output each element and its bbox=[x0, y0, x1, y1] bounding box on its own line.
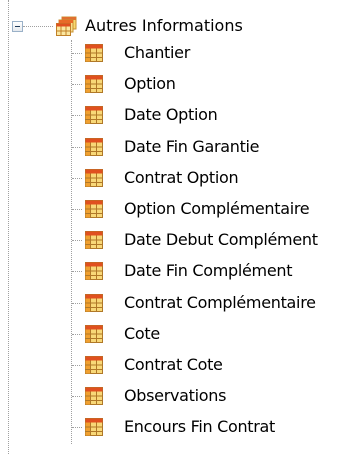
tree-node-item[interactable]: Date Fin Garantie bbox=[0, 135, 364, 159]
table-icon bbox=[85, 106, 103, 125]
tree-node-root[interactable]: Autres Informations bbox=[0, 13, 364, 39]
tree-node-label: Contrat Cote bbox=[124, 355, 223, 374]
tree-node-item[interactable]: Cote bbox=[0, 322, 364, 346]
table-icon bbox=[85, 387, 103, 406]
tree-connector bbox=[72, 396, 82, 398]
table-icon bbox=[85, 231, 103, 250]
table-icon bbox=[85, 324, 103, 343]
table-icon bbox=[85, 293, 103, 312]
tree-connector bbox=[72, 53, 82, 54]
table-icon bbox=[85, 75, 103, 94]
tree-connector bbox=[72, 209, 82, 210]
table-icon bbox=[85, 137, 103, 156]
tree-node-label: Observations bbox=[124, 386, 227, 406]
tree-node-label: Encours Fin Contrat bbox=[124, 417, 276, 437]
tree-node-label: Date Option bbox=[124, 105, 218, 125]
tree-node-label: Chantier bbox=[124, 43, 190, 62]
tree-node-item[interactable]: Option Complémentaire bbox=[0, 197, 364, 221]
tree-node-item[interactable]: Encours Fin Contrat bbox=[0, 415, 364, 439]
tree-node-item[interactable]: Contrat Cote bbox=[0, 353, 364, 377]
tree-node-label: Date Fin Complément bbox=[124, 261, 293, 281]
tree-node-item[interactable]: Contrat Complémentaire bbox=[0, 291, 364, 315]
table-icon bbox=[85, 200, 103, 218]
tree-connector bbox=[72, 271, 82, 273]
tree-connector bbox=[72, 84, 82, 86]
table-icon bbox=[85, 262, 103, 281]
tree-node-root-label: Autres Informations bbox=[85, 16, 243, 35]
tree-node-item[interactable]: Chantier bbox=[0, 41, 364, 65]
tree-node-item[interactable]: Observations bbox=[0, 384, 364, 408]
tree-connector bbox=[23, 26, 53, 27]
tree-node-label: Option bbox=[124, 74, 176, 94]
tree-connector bbox=[72, 177, 82, 179]
table-icon bbox=[85, 356, 103, 374]
tree-connector bbox=[72, 115, 82, 117]
tree-connector bbox=[72, 240, 82, 242]
tree-node-item[interactable]: Date Fin Complément bbox=[0, 259, 364, 283]
multi-table-icon bbox=[56, 16, 77, 36]
tree-node-item[interactable]: Contrat Option bbox=[0, 166, 364, 190]
table-icon bbox=[85, 418, 103, 437]
tree-view: Autres Informations Chantier Option Date O… bbox=[0, 0, 364, 454]
tree-node-item[interactable]: Date Option bbox=[0, 103, 364, 127]
tree-node-label: Date Debut Complément bbox=[124, 230, 318, 250]
tree-node-label: Date Fin Garantie bbox=[124, 136, 260, 156]
tree-node-label: Option Complémentaire bbox=[124, 199, 310, 218]
tree-node-item[interactable]: Date Debut Complément bbox=[0, 228, 364, 252]
tree-connector bbox=[72, 365, 82, 366]
tree-node-label: Contrat Complémentaire bbox=[124, 292, 316, 312]
tree-node-item[interactable]: Option bbox=[0, 72, 364, 96]
tree-node-label: Contrat Option bbox=[124, 167, 239, 187]
tree-connector bbox=[72, 146, 82, 148]
tree-connector bbox=[72, 302, 82, 304]
tree-node-label: Cote bbox=[124, 323, 160, 343]
table-icon bbox=[85, 44, 103, 62]
table-icon bbox=[85, 168, 103, 187]
collapse-minus-icon[interactable] bbox=[12, 21, 23, 32]
tree-connector bbox=[72, 427, 82, 429]
tree-connector bbox=[72, 333, 82, 335]
